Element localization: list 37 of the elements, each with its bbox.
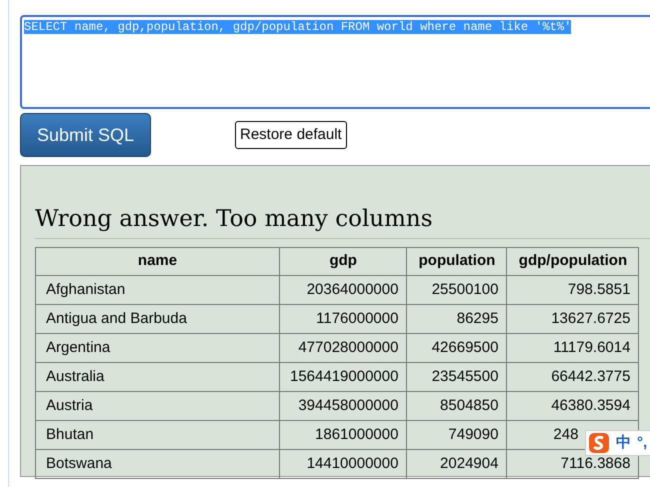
table-cell: 23545500: [406, 362, 507, 392]
table-cell: 477028000000: [280, 334, 407, 362]
submit-sql-button[interactable]: Submit SQL: [20, 113, 151, 157]
table-cell: Argentina: [36, 334, 280, 362]
table-cell: 86295: [406, 304, 507, 334]
column-header: gdp: [280, 248, 407, 276]
table-cell: 798.5851: [506, 276, 639, 304]
column-header: gdp/population: [506, 248, 639, 276]
table-cell: 2024904: [406, 450, 507, 478]
sql-query-field[interactable]: SELECT name, gdp,population, gdp/population FROM world where name like '%t%': [20, 15, 650, 109]
table-cell: 25500100: [406, 276, 507, 304]
result-heading: Wrong answer. Too many columns: [35, 205, 433, 234]
table-cell: 749090: [406, 420, 507, 450]
table-cell: 46380.3594: [506, 392, 639, 420]
table-cell: Austria: [36, 392, 280, 420]
table-cell: 20364000000: [280, 276, 407, 304]
input-method-toolbar[interactable]: 中 °,: [585, 430, 650, 456]
table-cell: 1861000000: [280, 420, 407, 450]
table-cell: 42669500: [406, 334, 507, 362]
table-cell: 66442.3775: [506, 362, 639, 392]
table-cell: 8504850: [406, 392, 507, 420]
column-header: name: [36, 248, 280, 276]
table-cell: 1176000000: [280, 304, 407, 334]
table-cell: Botswana: [36, 450, 280, 478]
table-cell: 394458000000: [280, 392, 407, 420]
column-header: population: [406, 248, 507, 276]
input-method-logo-icon: [588, 432, 610, 454]
table-cell: 1564419000000: [280, 362, 407, 392]
table-cell: Australia: [36, 362, 280, 392]
table-cell: Antigua and Barbuda: [36, 304, 280, 334]
restore-default-button[interactable]: Restore default: [235, 121, 347, 149]
table-cell: 11179.6014: [506, 334, 639, 362]
punctuation-mode-label: °,: [637, 432, 648, 453]
table-cell: Afghanistan: [36, 276, 280, 304]
table-cell: Bhutan: [36, 420, 280, 450]
table-cell: 14410000000: [280, 450, 407, 478]
table-cell: 13627.6725: [506, 304, 639, 334]
